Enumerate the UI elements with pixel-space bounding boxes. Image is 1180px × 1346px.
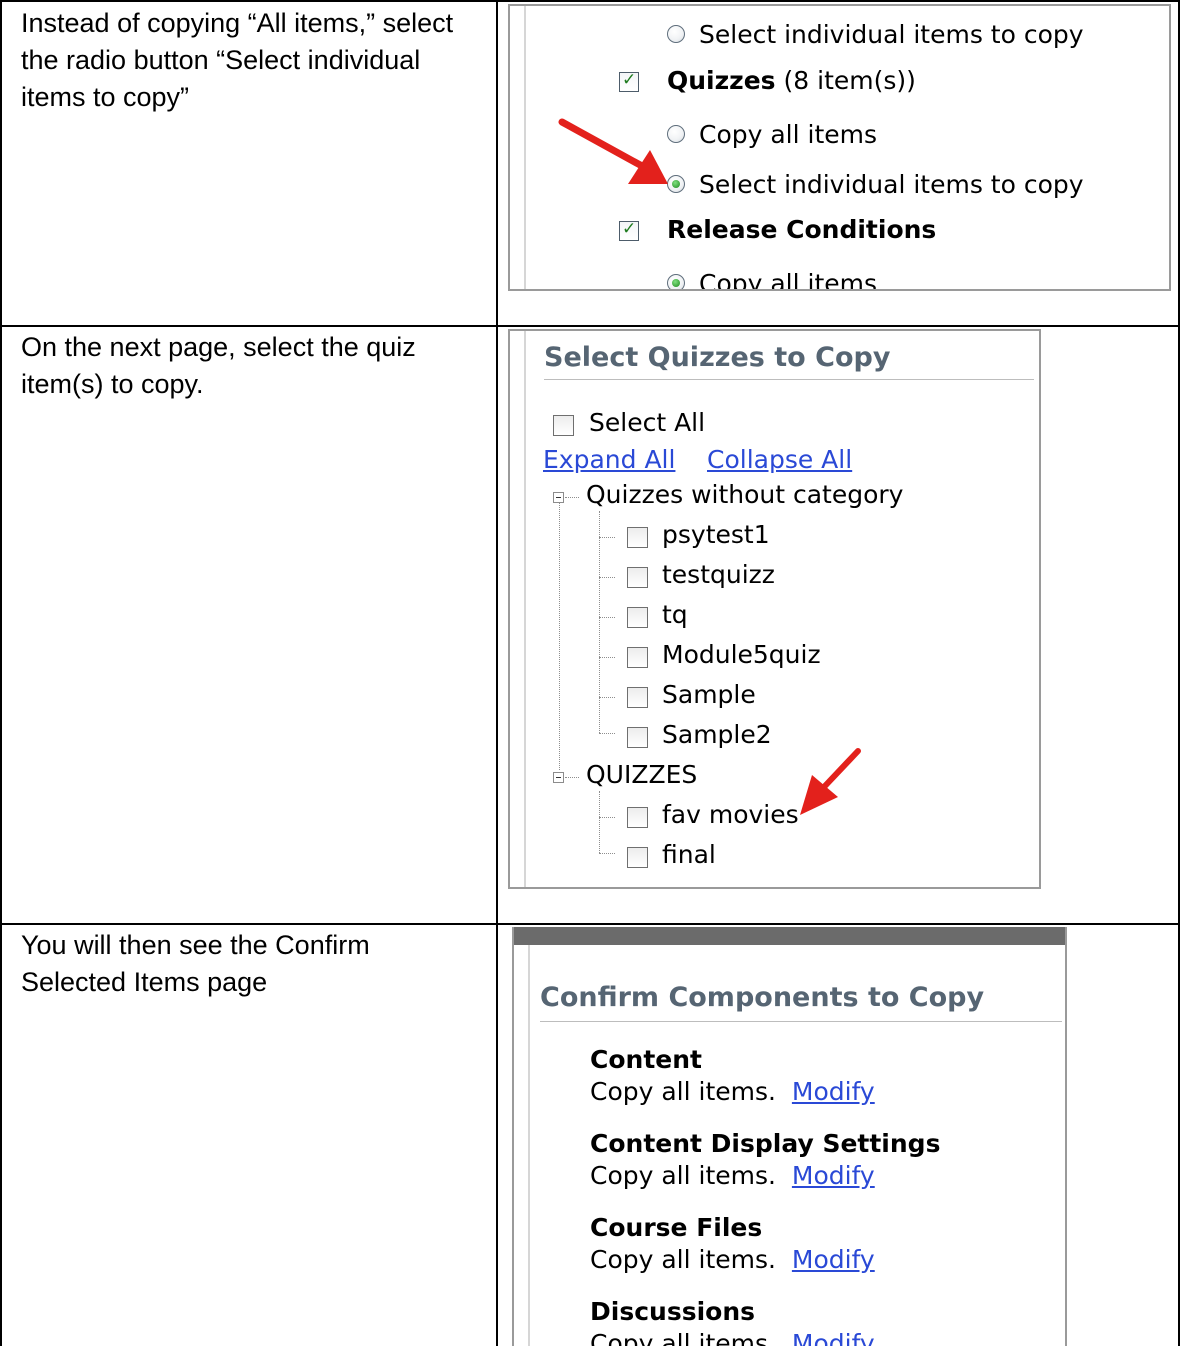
quiz-checkbox[interactable] [627, 687, 648, 708]
collapse-toggle-icon[interactable] [553, 492, 564, 503]
quiz-label: fav movies [662, 800, 799, 829]
collapse-toggle-icon[interactable] [553, 772, 564, 783]
select-individual-radio[interactable] [667, 25, 685, 43]
tree-connector [565, 497, 579, 498]
quiz-label: psytest1 [662, 520, 770, 549]
tree-connector [565, 777, 579, 778]
component-status: Copy all items. Modify [590, 1077, 875, 1106]
tree-connector [599, 733, 615, 734]
copy-all-label: Copy all items [699, 120, 878, 149]
quiz-checkbox[interactable] [627, 727, 648, 748]
modify-link[interactable]: Modify [792, 1245, 875, 1274]
release-conditions-checkbox[interactable] [619, 219, 639, 241]
component-name: Discussions [590, 1297, 756, 1326]
select-individual-label: Select individual items to copy [699, 170, 1084, 199]
red-arrow-icon [800, 748, 861, 815]
tree-connector [599, 537, 615, 538]
component-status: Copy all items. Modify [590, 1329, 875, 1346]
group-label: Quizzes without category [586, 480, 904, 509]
component-status-text: Copy all items. [590, 1245, 776, 1274]
copy-options-screenshot: Select individual items to copy Quizzes … [508, 4, 1171, 291]
quiz-label: Sample2 [662, 720, 772, 749]
quiz-checkbox[interactable] [627, 607, 648, 628]
left-border-stripe [524, 331, 526, 887]
page-title: Confirm Components to Copy [540, 982, 985, 1013]
instruction-text: Instead of copying “All items,” select t… [21, 8, 454, 112]
component-name: Course Files [590, 1213, 763, 1242]
header-bar [514, 927, 1065, 945]
quiz-checkbox[interactable] [627, 807, 648, 828]
tree-connector [599, 511, 600, 733]
modify-link[interactable]: Modify [792, 1329, 875, 1346]
component-name: Content Display Settings [590, 1129, 941, 1158]
quiz-checkbox[interactable] [627, 847, 648, 868]
tree-connector [599, 817, 615, 818]
select-all-checkbox[interactable] [553, 415, 574, 436]
expand-all-link[interactable]: Expand All [543, 445, 675, 474]
tree-connector [599, 617, 615, 618]
title-divider [544, 379, 1034, 380]
quizzes-count: (8 item(s)) [783, 66, 916, 95]
table-border-top [0, 0, 1180, 2]
table-row-divider [0, 923, 1180, 925]
quiz-label: Sample [662, 680, 756, 709]
tree-connector [599, 577, 615, 578]
tree-connector [599, 791, 600, 853]
tree-connector [599, 697, 615, 698]
select-individual-label: Select individual items to copy [699, 20, 1084, 49]
left-border-stripe [524, 6, 526, 289]
quiz-checkbox[interactable] [627, 567, 648, 588]
red-arrow-icon [558, 118, 668, 184]
component-status-text: Copy all items. [590, 1077, 776, 1106]
release-conditions-label: Release Conditions [667, 215, 937, 244]
collapse-all-link[interactable]: Collapse All [707, 445, 852, 474]
table-column-divider [496, 0, 498, 1346]
component-name: Content [590, 1045, 702, 1074]
table-row-divider [0, 325, 1180, 327]
release-copy-all-label: Copy all items [699, 269, 878, 291]
quiz-checkbox[interactable] [627, 527, 648, 548]
instruction-text: On the next page, select the quiz item(s… [21, 332, 416, 399]
component-status-text: Copy all items. [590, 1329, 776, 1346]
title-divider [540, 1021, 1062, 1022]
quizzes-checkbox[interactable] [619, 70, 639, 92]
quiz-checkbox[interactable] [627, 647, 648, 668]
component-status: Copy all items. Modify [590, 1161, 875, 1190]
left-border-stripe [528, 945, 530, 1346]
modify-link[interactable]: Modify [792, 1161, 875, 1190]
select-quizzes-screenshot: Select Quizzes to Copy Select All Expand… [508, 329, 1041, 889]
tree-connector [559, 497, 560, 770]
page-title: Select Quizzes to Copy [544, 342, 891, 373]
select-all-label: Select All [589, 408, 706, 437]
quiz-label: Module5quiz [662, 640, 821, 669]
quiz-label: testquizz [662, 560, 775, 589]
modify-link[interactable]: Modify [792, 1077, 875, 1106]
table-border-left [0, 0, 2, 1346]
quizzes-name: Quizzes [667, 66, 776, 95]
tree-connector [599, 853, 615, 854]
tree-connector [599, 657, 615, 658]
quizzes-label: Quizzes (8 item(s)) [667, 66, 916, 95]
quiz-label: final [662, 840, 716, 869]
quiz-label: tq [662, 600, 688, 629]
confirm-components-screenshot: Confirm Components to Copy Content Copy … [512, 927, 1067, 1346]
component-status: Copy all items. Modify [590, 1245, 875, 1274]
component-status-text: Copy all items. [590, 1161, 776, 1190]
release-copy-all-radio[interactable] [667, 274, 685, 289]
group-label: QUIZZES [586, 760, 698, 789]
instruction-text: You will then see the Confirm Selected I… [21, 930, 370, 997]
